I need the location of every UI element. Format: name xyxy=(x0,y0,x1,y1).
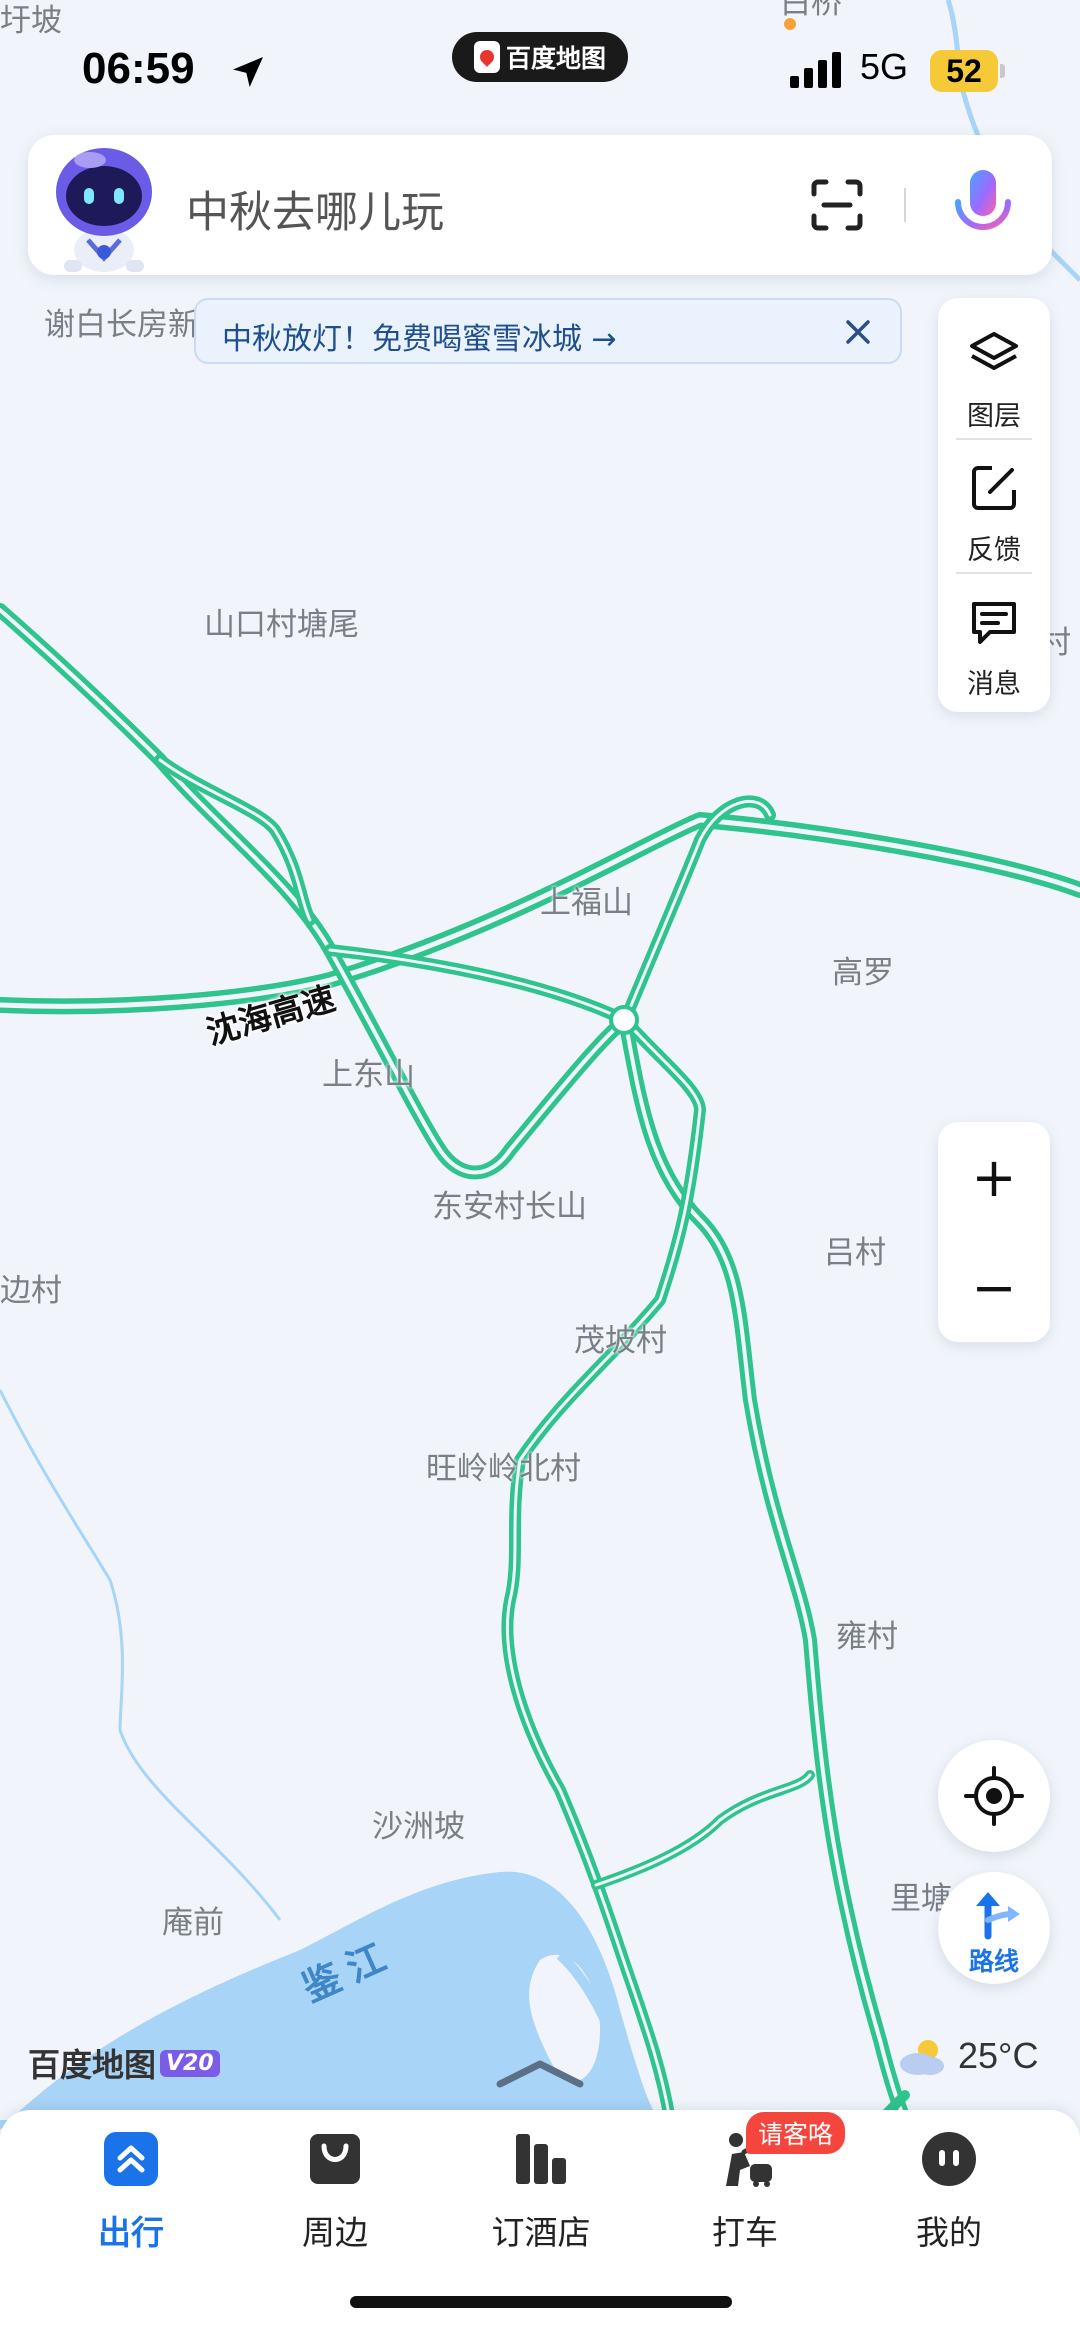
hotel-icon xyxy=(516,2134,566,2184)
map-label[interactable]: 圩坡 xyxy=(0,6,62,37)
scan-icon[interactable] xyxy=(810,178,864,232)
map-label[interactable]: 东安村长山 xyxy=(432,1192,587,1223)
tool-divider xyxy=(956,572,1032,574)
screen: 圩坡 白桥 谢白长房新 山口村塘尾 村 上福山 高罗 上东山 东安村长山 吕村 … xyxy=(0,0,1080,2337)
edit-icon xyxy=(972,466,1016,510)
battery-level: 52 xyxy=(946,52,982,89)
map-pin-icon xyxy=(473,41,500,73)
map-label[interactable]: 吕村 xyxy=(824,1238,886,1269)
travel-icon xyxy=(104,2132,158,2186)
messages-label: 消息 xyxy=(967,669,1021,700)
layers-button[interactable]: 图层 xyxy=(938,310,1050,432)
search-divider xyxy=(904,188,906,222)
map-label[interactable]: 茂坡村 xyxy=(574,1326,667,1357)
temperature: 25°C xyxy=(958,2035,1039,2076)
feedback-button[interactable]: 反馈 xyxy=(938,444,1050,566)
interchange-node xyxy=(609,1005,639,1035)
map-label[interactable]: 边村 xyxy=(0,1276,62,1307)
nav-travel[interactable]: 出行 xyxy=(46,2124,216,2254)
map-label[interactable]: 沙洲坡 xyxy=(372,1812,465,1843)
zoom-in-button[interactable]: + xyxy=(938,1122,1050,1232)
taxi-promo-badge: 请客咯 xyxy=(746,2112,846,2154)
network-type: 5G xyxy=(860,46,909,87)
signal-icon xyxy=(790,52,841,88)
battery-icon: 52 xyxy=(930,50,998,92)
map-label[interactable]: 上福山 xyxy=(540,888,633,919)
nav-taxi-label: 打车 xyxy=(712,2213,778,2252)
search-input[interactable]: 中秋去哪儿玩 xyxy=(186,178,444,240)
brand-name: 百度地图 xyxy=(28,2046,157,2084)
route-arrow-icon xyxy=(976,1892,1020,1940)
location-arrow-icon xyxy=(233,57,263,87)
weather-widget[interactable]: 25°C xyxy=(896,2034,1038,2078)
tool-divider xyxy=(956,438,1032,440)
route-label: 路线 xyxy=(968,1947,1019,1976)
search-bar[interactable] xyxy=(28,135,1052,275)
app-name: 百度地图 xyxy=(505,44,606,73)
robot-mascot-icon[interactable] xyxy=(48,140,160,274)
microphone-icon[interactable] xyxy=(950,168,1016,246)
layers-label: 图层 xyxy=(967,401,1021,432)
profile-icon xyxy=(922,2132,976,2186)
locate-button[interactable] xyxy=(938,1740,1050,1852)
nav-nearby[interactable]: 周边 xyxy=(250,2124,420,2254)
nav-mine[interactable]: 我的 xyxy=(864,2124,1034,2254)
nearby-bag-icon xyxy=(310,2134,360,2184)
messages-button[interactable]: 消息 xyxy=(938,578,1050,700)
partly-cloudy-icon xyxy=(900,2040,944,2075)
layers-icon xyxy=(970,332,1018,370)
close-icon[interactable] xyxy=(842,316,874,348)
map-label[interactable]: 旺岭岭北村 xyxy=(426,1454,581,1485)
brand-logo: 百度地图 V20 xyxy=(28,2040,220,2086)
message-icon xyxy=(972,602,1016,644)
map-label[interactable]: 白桥 xyxy=(780,0,842,19)
feedback-label: 反馈 xyxy=(967,535,1021,566)
nav-mine-label: 我的 xyxy=(916,2213,982,2252)
nav-hotel[interactable]: 订酒店 xyxy=(456,2124,626,2254)
chevron-up-icon[interactable] xyxy=(490,2052,590,2092)
battery-tip xyxy=(1000,64,1005,78)
zoom-out-button[interactable]: − xyxy=(938,1232,1050,1342)
promo-banner-text[interactable]: 中秋放灯！免费喝蜜雪冰城 → xyxy=(222,314,617,358)
app-indicator-pill[interactable]: 百度地图 xyxy=(452,32,628,82)
map-label[interactable]: 谢白长房新 xyxy=(44,310,199,341)
crosshair-icon xyxy=(964,1766,1024,1826)
map-label[interactable]: 雍村 xyxy=(836,1622,898,1653)
map-label[interactable]: 上东山 xyxy=(322,1060,415,1091)
home-indicator[interactable] xyxy=(350,2296,732,2308)
nav-hotel-label: 订酒店 xyxy=(491,2213,591,2252)
nav-travel-label: 出行 xyxy=(98,2213,164,2252)
map-label[interactable]: 高罗 xyxy=(832,958,894,989)
route-button[interactable]: 路线 xyxy=(938,1872,1050,1984)
map-label[interactable]: 庵前 xyxy=(162,1908,224,1939)
status-time: 06:59 xyxy=(82,44,195,93)
brand-version: V20 xyxy=(160,2049,220,2077)
map-label[interactable]: 山口村塘尾 xyxy=(204,610,359,641)
nav-nearby-label: 周边 xyxy=(302,2213,368,2252)
